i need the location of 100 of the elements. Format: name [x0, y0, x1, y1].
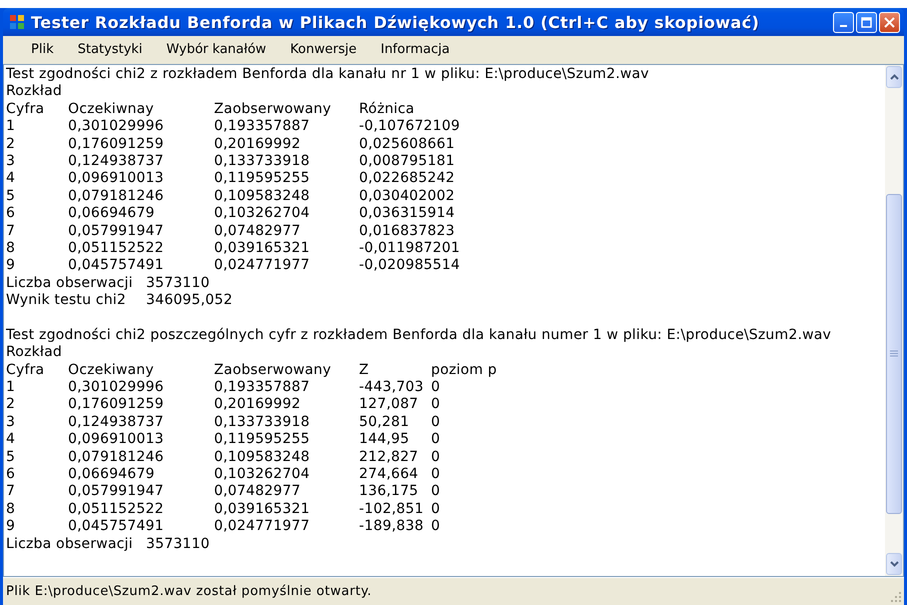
table-cell: 4 [6, 431, 16, 449]
table-cell: 0 [431, 431, 440, 449]
table-cell: 0,025608661 [359, 136, 455, 153]
table-cell: 0,301029996 [68, 379, 164, 396]
table-cell: 4 [6, 170, 16, 188]
scroll-down-button[interactable] [886, 553, 902, 575]
table-cell: 0,119595255 [214, 431, 310, 449]
column-header: Zaobserwowany [214, 362, 332, 380]
summary-value: 3573110 [146, 274, 210, 292]
table-cell: 6 [6, 466, 16, 484]
table-cell: 2 [6, 396, 16, 414]
table-cell: 9 [6, 257, 16, 275]
table-cell: 1 [6, 118, 16, 136]
section-subtitle: Rozkład [6, 83, 62, 100]
menu-item[interactable]: Statystyki [66, 42, 154, 56]
table-cell: 0,008795181 [359, 152, 455, 170]
table-cell: 0,024771977 [214, 257, 310, 275]
close-button[interactable] [879, 12, 900, 32]
caret-up-icon [890, 74, 898, 80]
table-cell: 0,051152522 [68, 240, 164, 258]
table-cell: 0,06694679 [68, 466, 155, 484]
table-cell: 0,193357887 [214, 118, 310, 136]
table-cell: 0,103262704 [214, 466, 310, 484]
table-cell: 0,193357887 [214, 379, 310, 396]
table-cell: 0,176091259 [68, 396, 164, 414]
summary-value: 346095,052 [146, 292, 233, 310]
minimize-button[interactable] [833, 12, 854, 32]
table-cell: 212,827 [359, 448, 418, 466]
table-cell: 0 [431, 500, 440, 518]
table-cell: 0,024771977 [214, 518, 310, 536]
table-cell: 0,133733918 [214, 152, 310, 170]
table-cell: 0 [431, 414, 440, 432]
table-cell: 0,176091259 [68, 136, 164, 153]
app-icon [9, 14, 25, 30]
table-cell: 144,95 [359, 431, 410, 449]
column-header: Różnica [359, 100, 414, 118]
status-text: Plik E:\produce\Szum2.wav został pomyślnie otwarty. [6, 584, 372, 599]
section-subtitle: Rozkład [6, 344, 62, 360]
table-cell: 2 [6, 136, 16, 153]
table-cell: 0 [431, 483, 440, 501]
menu-item[interactable]: Informacja [368, 42, 462, 56]
resize-grip-icon [890, 591, 902, 603]
table-cell: -0,011987201 [359, 240, 460, 258]
minimize-icon [840, 25, 847, 27]
table-cell: 0 [431, 448, 440, 466]
table-cell: 0,096910013 [68, 170, 164, 188]
menu-item[interactable]: Wybór kanałów [154, 42, 278, 56]
table-cell: 6 [6, 205, 16, 223]
table-cell: 0,039165321 [214, 500, 310, 518]
summary-label: Liczba obserwacji [6, 536, 133, 553]
table-cell: 0,036315914 [359, 205, 455, 223]
table-cell: 7 [6, 222, 16, 240]
table-cell: 0,20169992 [214, 396, 301, 414]
table-cell: 3 [6, 152, 16, 170]
table-cell: 7 [6, 483, 16, 501]
scroll-up-button[interactable] [886, 66, 902, 88]
table-cell: 0,079181246 [68, 448, 164, 466]
column-header: Zaobserwowany [214, 100, 332, 118]
column-header: Oczekiwany [68, 362, 154, 380]
table-cell: 0,07482977 [214, 222, 301, 240]
table-cell: -0,020985514 [359, 257, 460, 275]
table-cell: 0,045757491 [68, 257, 164, 275]
table-cell: 0,20169992 [214, 136, 301, 153]
table-cell: 0,051152522 [68, 500, 164, 518]
table-cell: 0,07482977 [214, 483, 301, 501]
table-cell: 0,057991947 [68, 222, 164, 240]
column-header: Z [359, 362, 369, 380]
table-cell: 0,119595255 [214, 170, 310, 188]
column-header: Cyfra [6, 100, 44, 118]
caret-down-icon [890, 561, 898, 567]
table-cell: 136,175 [359, 483, 418, 501]
menu-item[interactable]: Konwersje [278, 42, 369, 56]
table-cell: 0,133733918 [214, 414, 310, 432]
table-cell: 0,096910013 [68, 431, 164, 449]
table-cell: -102,851 [359, 500, 424, 518]
table-cell: 0,022685242 [359, 170, 455, 188]
table-cell: 8 [6, 500, 16, 518]
table-cell: 0,109583248 [214, 188, 310, 206]
table-cell: -443,703 [359, 379, 424, 396]
menu-item[interactable]: Plik [19, 42, 66, 56]
table-cell: 0,109583248 [214, 448, 310, 466]
table-cell: 0,06694679 [68, 205, 155, 223]
table-cell: 0 [431, 466, 440, 484]
table-cell: 0,079181246 [68, 188, 164, 206]
table-cell: 127,087 [359, 396, 418, 414]
table-cell: 0,124938737 [68, 152, 164, 170]
maximize-button[interactable] [856, 12, 877, 32]
table-cell: 5 [6, 448, 16, 466]
table-cell: 0,045757491 [68, 518, 164, 536]
summary-value: 3573110 [146, 536, 210, 553]
table-cell: 3 [6, 414, 16, 432]
maximize-icon [861, 16, 872, 28]
column-header: Cyfra [6, 362, 44, 380]
summary-label: Wynik testu chi2 [6, 292, 126, 310]
output-text-area[interactable] [3, 64, 904, 577]
section-title: Test zgodności chi2 z rozkładem Benforda dla kanału nr 1 w pliku: E:\produce\Szum2.wav [6, 66, 650, 82]
table-cell: 0,057991947 [68, 483, 164, 501]
grip-icon [890, 350, 898, 358]
table-cell: 0,030402002 [359, 188, 455, 206]
scroll-thumb[interactable] [886, 194, 902, 514]
